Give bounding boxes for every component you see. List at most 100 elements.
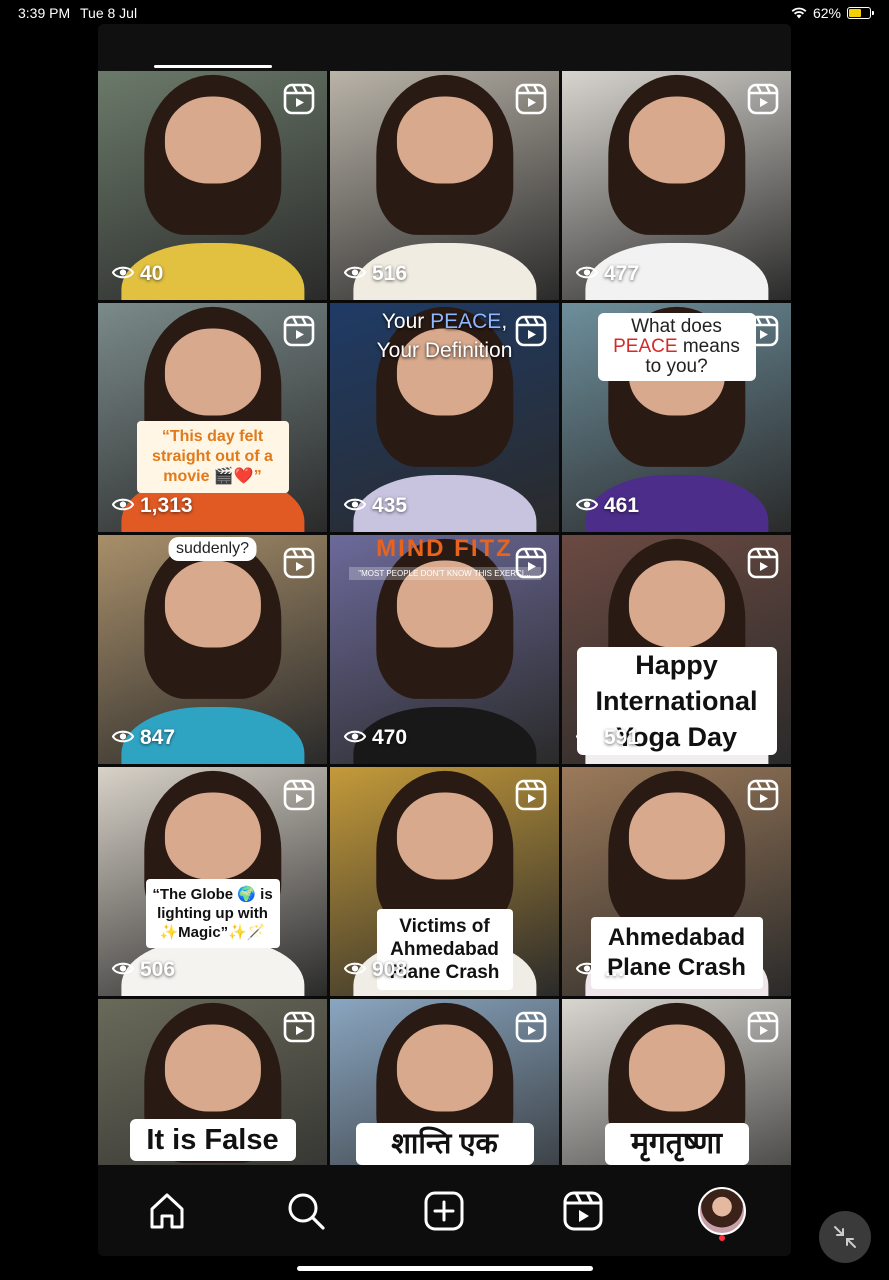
nav-home-button[interactable] <box>141 1185 193 1237</box>
reel-caption: What does PEACE means to you? <box>597 313 756 381</box>
reel-tile[interactable]: suddenly? 847 <box>98 535 327 764</box>
status-right: 62% <box>791 5 874 21</box>
reel-icon <box>747 83 779 115</box>
reel-caption: मृगतृष्णा <box>604 1123 749 1165</box>
reel-thumbnail-face <box>628 560 725 648</box>
nav-profile-button[interactable] <box>696 1185 748 1241</box>
reel-thumbnail-face <box>164 1024 261 1112</box>
eye-icon <box>575 262 599 286</box>
status-time: 3:39 PM <box>18 5 71 21</box>
reel-icon <box>283 779 315 811</box>
reel-caption: शान्ति एक <box>355 1123 534 1165</box>
reel-tile[interactable]: Your PEACE, Your Definition 435 <box>330 303 559 532</box>
reels-grid: 40 516 477 “This day felt straight out of a… <box>98 71 791 1165</box>
notification-dot <box>718 1234 725 1241</box>
reel-tile[interactable]: “The Globe 🌍 is lighting up with ✨Magic”… <box>98 767 327 996</box>
profile-avatar <box>697 1186 746 1235</box>
reel-thumbnail-face <box>628 792 725 880</box>
reel-subcaption: "MOST PEOPLE DON'T KNOW THIS EXERCI... <box>348 567 541 580</box>
home-indicator[interactable] <box>297 1266 593 1271</box>
view-count: 435 <box>343 494 408 518</box>
view-count: 847 <box>111 726 176 750</box>
home-icon <box>150 1193 184 1228</box>
reel-tile[interactable]: शान्ति एक <box>330 999 559 1165</box>
reel-thumbnail-face <box>164 96 261 184</box>
eye-icon <box>111 494 135 518</box>
status-bar: 3:39 PM Tue 8 Jul 62% <box>0 0 889 26</box>
eye-icon <box>343 262 367 286</box>
reel-icon <box>515 83 547 115</box>
status-date: Tue 8 Jul <box>80 5 138 21</box>
reel-icon <box>747 779 779 811</box>
reel-icon <box>515 779 547 811</box>
create-icon <box>424 1191 464 1230</box>
nav-create-button[interactable] <box>418 1185 470 1237</box>
wifi-icon <box>791 7 807 19</box>
reel-tile[interactable]: 40 <box>98 71 327 300</box>
reel-tile[interactable]: 516 <box>330 71 559 300</box>
reel-thumbnail-face <box>396 792 493 880</box>
reel-tile[interactable]: It is False <box>98 999 327 1165</box>
view-count-number: 908 <box>372 958 408 981</box>
view-count-number: 461 <box>604 494 640 517</box>
reel-thumbnail-face <box>164 328 261 416</box>
reel-tile[interactable]: 477 <box>562 71 791 300</box>
collapse-icon <box>834 1226 856 1248</box>
view-count: 461 <box>575 494 640 518</box>
reel-caption: suddenly? <box>168 537 257 561</box>
view-count-number: 847 <box>140 726 176 749</box>
eye-icon <box>343 958 367 982</box>
reel-icon <box>283 547 315 579</box>
bottom-nav <box>98 1165 791 1256</box>
reel-icon <box>283 315 315 347</box>
reel-tile[interactable]: Happy International Yoga Day 591 <box>562 535 791 764</box>
view-count-number: 435 <box>372 494 408 517</box>
view-count: 1,313 <box>111 494 193 518</box>
nav-reels-button[interactable] <box>557 1185 609 1237</box>
reel-thumbnail-face <box>164 792 261 880</box>
reel-caption: “The Globe 🌍 is lighting up with ✨Magic”… <box>145 879 280 948</box>
reel-icon <box>515 315 547 347</box>
view-count-number: 470 <box>372 726 408 749</box>
search-icon <box>288 1193 325 1230</box>
view-count-number: 516 <box>372 262 408 285</box>
reel-tile[interactable]: “This day felt straight out of a movie 🎬… <box>98 303 327 532</box>
reel-tile[interactable]: Ahmedabad Plane Crash… <box>562 767 791 996</box>
reel-thumbnail-face <box>628 96 725 184</box>
eye-icon <box>111 726 135 750</box>
reel-tile[interactable]: What does PEACE means to you? 461 <box>562 303 791 532</box>
view-count: 908 <box>343 958 408 982</box>
battery-icon <box>847 7 874 19</box>
eye-icon <box>111 958 135 982</box>
reel-icon <box>283 83 315 115</box>
eye-icon <box>111 262 135 286</box>
reel-tile[interactable]: मृगतृष्णा <box>562 999 791 1165</box>
reel-icon <box>515 1011 547 1043</box>
reel-caption: “This day felt straight out of a movie 🎬… <box>136 421 289 493</box>
reel-thumbnail-face <box>396 96 493 184</box>
view-count: … <box>575 958 625 982</box>
reel-tile[interactable]: Victims of Ahmedabad Plane Crash 908 <box>330 767 559 996</box>
reel-thumbnail-face <box>396 1024 493 1112</box>
view-count: 516 <box>343 262 408 286</box>
view-count: 506 <box>111 958 176 982</box>
nav-search-button[interactable] <box>280 1185 332 1237</box>
reel-caption: It is False <box>129 1119 296 1161</box>
reel-icon <box>747 1011 779 1043</box>
view-count-number: 591 <box>604 726 640 749</box>
view-count: 40 <box>111 262 164 286</box>
reel-tile[interactable]: MIND FITZ "MOST PEOPLE DON'T KNOW THIS EX… <box>330 535 559 764</box>
eye-icon <box>343 494 367 518</box>
view-count-number: 1,313 <box>140 494 193 517</box>
reel-thumbnail-face <box>164 560 261 648</box>
reel-thumbnail-face <box>628 1024 725 1112</box>
view-count-number: 506 <box>140 958 176 981</box>
view-count-number: 477 <box>604 262 640 285</box>
view-count-number: 40 <box>140 262 164 285</box>
reel-icon <box>515 547 547 579</box>
view-count: 591 <box>575 726 640 750</box>
collapse-button[interactable] <box>819 1211 871 1263</box>
reel-icon <box>747 547 779 579</box>
battery-percent: 62% <box>812 5 841 21</box>
profile-reels-page: 40 516 477 “This day felt straight out of a… <box>98 24 791 1256</box>
